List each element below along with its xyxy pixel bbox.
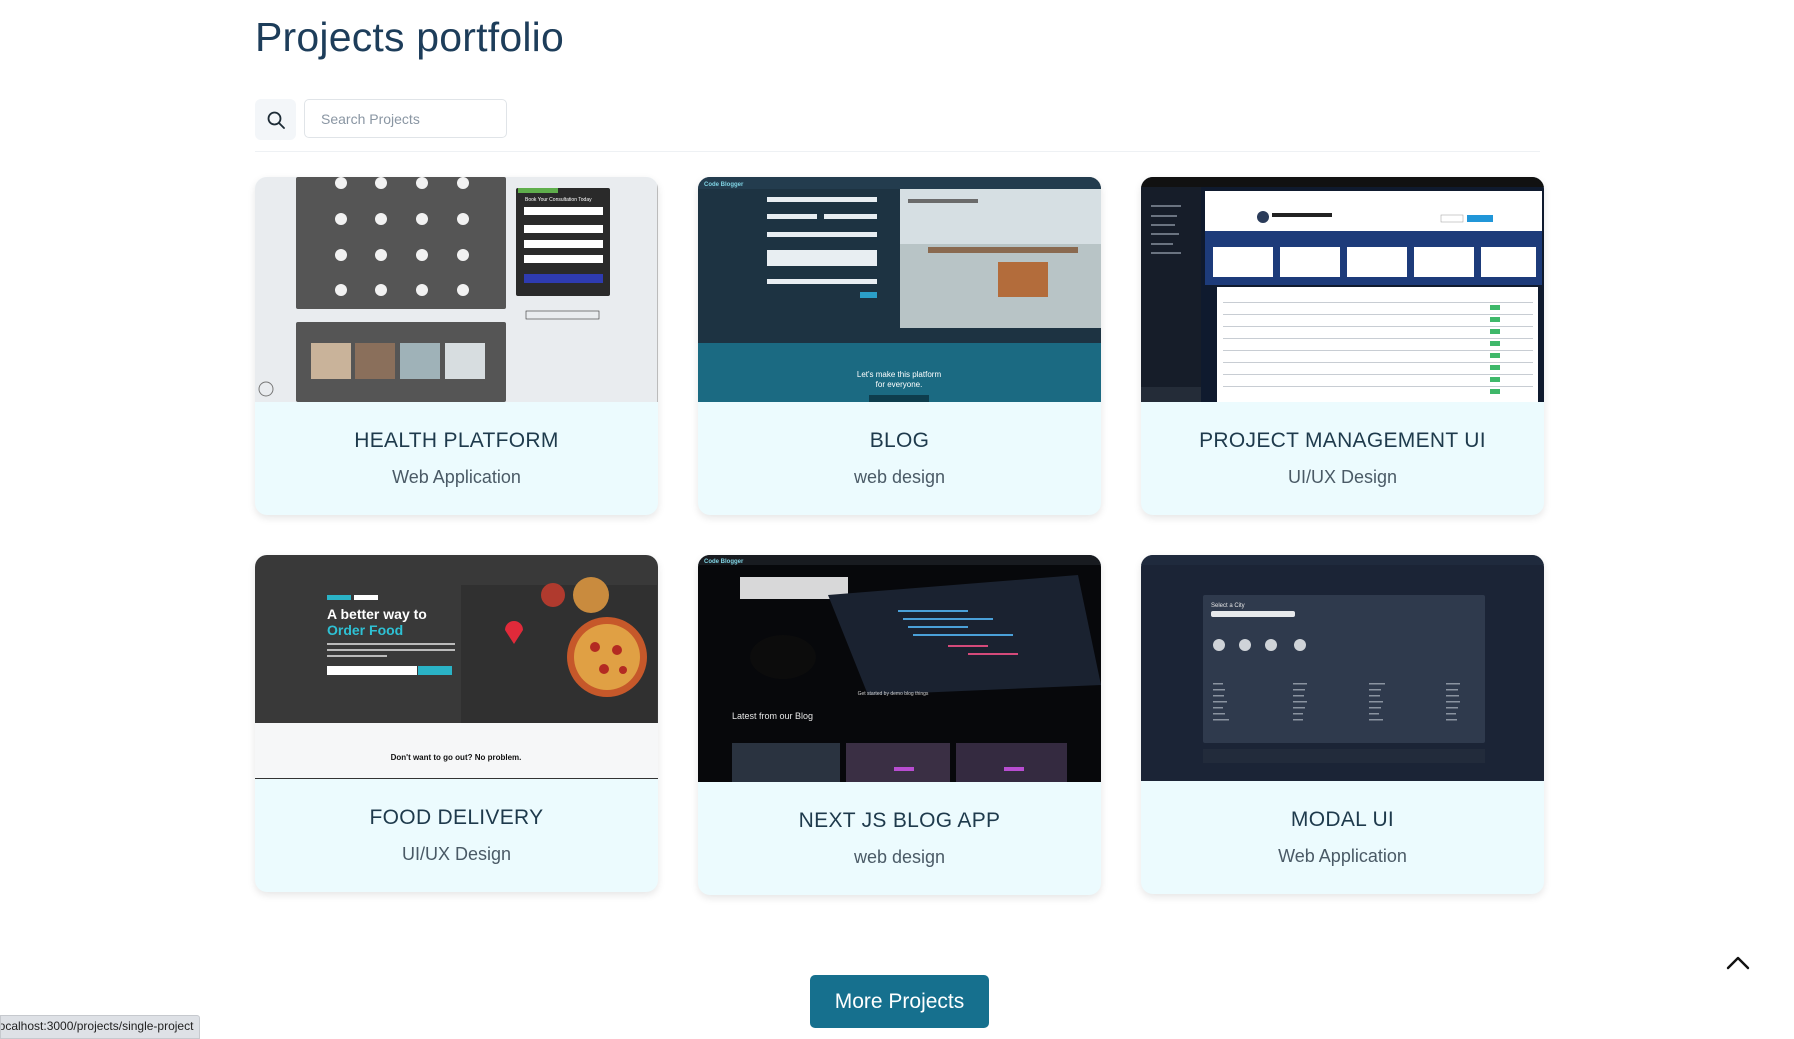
chevron-up-icon[interactable] [1725,952,1751,974]
project-title: PROJECT MANAGEMENT UI [1199,429,1486,452]
project-thumbnail: Code Blogger Let's make this platform fo… [698,177,1101,402]
more-projects-button[interactable]: More Projects [810,975,989,1028]
project-category: web design [853,847,946,867]
browser-status-bar: localhost:3000/projects/single-project [0,1015,201,1039]
food-footer-text: Don't want to go out? No problem. [391,753,522,762]
project-title: NEXT JS BLOG APP [798,809,1001,832]
project-thumbnail: A better way to Order Food Don't want to… [255,555,658,779]
project-title: MODAL UI [1290,808,1395,831]
blog-logo-text: Code Blogger [704,182,744,188]
food-headline-1: A better way to [327,606,427,622]
project-category: web design [853,467,946,487]
nextjs-subtitle: Get started by demo blog things [858,691,929,697]
search-input[interactable] [304,99,507,138]
search-button[interactable] [255,99,296,140]
project-card-next-js-blog-app[interactable]: Code Blogger Get started by demo blog th… [698,555,1101,895]
project-title: HEALTH PLATFORM [354,429,559,452]
status-url: localhost:3000/projects/single-project [0,1019,194,1033]
search-icon [267,111,285,129]
project-category: Web Application [392,467,521,487]
project-thumbnail [1141,177,1544,402]
food-headline-2: Order Food [327,622,403,638]
project-category: UI/UX Design [1287,467,1398,487]
project-thumbnail: Code Blogger Get started by demo blog th… [698,555,1101,782]
blog-banner-line-1: Let's make this platform [857,370,942,379]
blog-banner-line-2: for everyone. [876,380,923,389]
project-thumbnail: Book Your Consultation Today [255,177,658,402]
project-category: UI/UX Design [401,844,512,864]
project-card-food-delivery[interactable]: A better way to Order Food Don't want to… [255,555,658,892]
nextjs-caption: Latest from our Blog [732,711,813,721]
project-card-blog[interactable]: Code Blogger Let's make this platform fo… [698,177,1101,515]
project-title: BLOG [869,429,930,452]
nextjs-logo-text: Code Blogger [704,559,744,565]
page-title: Projects portfolio [255,14,564,60]
project-card-project-management-ui[interactable]: PROJECT MANAGEMENT UI UI/UX Design [1141,177,1544,515]
health-form-title: Book Your Consultation Today [525,197,592,203]
project-category: Web Application [1278,846,1407,866]
divider [255,151,1540,152]
project-thumbnail: Select a City [1141,555,1544,781]
project-card-health-platform[interactable]: Book Your Consultation Today HEALTH PLAT… [255,177,658,515]
modal-heading: Select a City [1211,603,1245,609]
project-title: FOOD DELIVERY [369,806,544,829]
search-bar [255,99,507,140]
project-card-modal-ui[interactable]: Select a City MODAL UI Web Application [1141,555,1544,894]
